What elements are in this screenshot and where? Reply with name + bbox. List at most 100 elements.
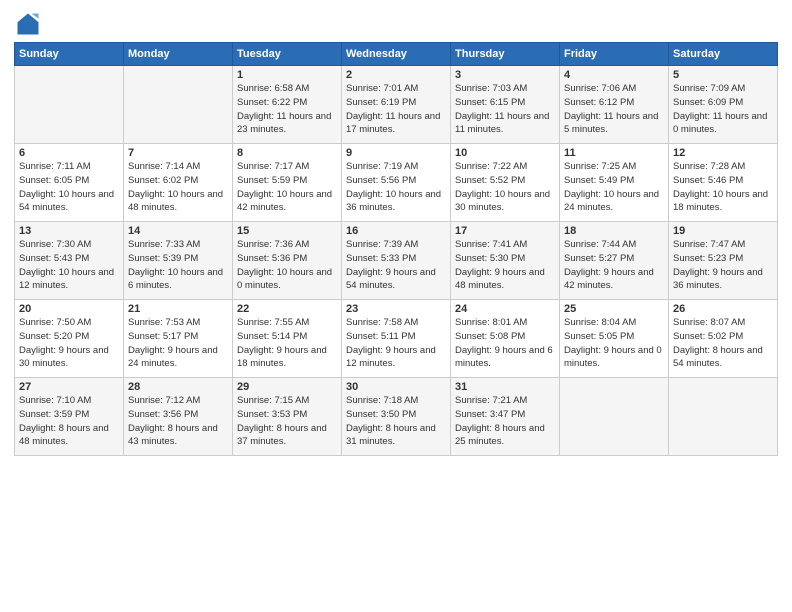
day-info: Sunrise: 7:19 AMSunset: 5:56 PMDaylight:… [346,160,446,215]
day-number: 17 [455,225,555,237]
daylight-text: Daylight: 10 hours and 6 minutes. [128,267,223,292]
sunrise-text: Sunrise: 7:03 AM [455,83,527,94]
sunset-text: Sunset: 5:56 PM [346,175,416,186]
week-row-1: 1 Sunrise: 6:58 AM Sunset: 6:22 PM Daylight… [15,66,778,144]
calendar-cell: 7Sunrise: 7:14 AMSunset: 6:02 PMDaylight… [124,144,233,222]
sunset-text: Sunset: 5:05 PM [564,331,634,342]
sunrise-text: Sunrise: 7:12 AM [128,395,200,406]
sunset-text: Sunset: 5:59 PM [237,175,307,186]
daylight-text: Daylight: 11 hours and 5 minutes. [564,111,658,136]
day-number: 14 [128,225,228,237]
calendar-cell [560,378,669,456]
sunset-text: Sunset: 5:17 PM [128,331,198,342]
calendar-cell: 21Sunrise: 7:53 AMSunset: 5:17 PMDayligh… [124,300,233,378]
sunset-text: Sunset: 5:49 PM [564,175,634,186]
sunset-text: Sunset: 6:15 PM [455,97,525,108]
day-number: 16 [346,225,446,237]
day-number: 3 [455,69,555,81]
calendar-cell: 20Sunrise: 7:50 AMSunset: 5:20 PMDayligh… [15,300,124,378]
daylight-text: Daylight: 8 hours and 25 minutes. [455,423,545,448]
calendar-cell: 15Sunrise: 7:36 AMSunset: 5:36 PMDayligh… [233,222,342,300]
sunrise-text: Sunrise: 8:01 AM [455,317,527,328]
day-info: Sunrise: 7:53 AMSunset: 5:17 PMDaylight:… [128,316,228,371]
daylight-text: Daylight: 10 hours and 24 minutes. [564,189,659,214]
sunset-text: Sunset: 5:14 PM [237,331,307,342]
calendar-cell: 14 Sunrise: 7:33 AM Sunset: 5:39 PM Dayligh… [124,222,233,300]
daylight-text: Daylight: 10 hours and 48 minutes. [128,189,223,214]
calendar-container: SundayMondayTuesdayWednesdayThursdayFrid… [0,0,792,612]
daylight-text: Daylight: 10 hours and 36 minutes. [346,189,441,214]
day-info: Sunrise: 7:22 AMSunset: 5:52 PMDaylight:… [455,160,555,215]
sunset-text: Sunset: 6:09 PM [673,97,743,108]
sunset-text: Sunset: 5:39 PM [128,253,198,264]
day-number: 22 [237,303,337,315]
week-row-2: 6Sunrise: 7:11 AMSunset: 6:05 PMDaylight… [15,144,778,222]
sunrise-text: Sunrise: 7:17 AM [237,161,309,172]
calendar-cell: 29Sunrise: 7:15 AMSunset: 3:53 PMDayligh… [233,378,342,456]
day-info: Sunrise: 7:21 AMSunset: 3:47 PMDaylight:… [455,394,555,449]
sunset-text: Sunset: 3:53 PM [237,409,307,420]
sunset-text: Sunset: 5:33 PM [346,253,416,264]
sunset-text: Sunset: 5:27 PM [564,253,634,264]
day-number: 27 [19,381,119,393]
calendar-cell: 28Sunrise: 7:12 AMSunset: 3:56 PMDayligh… [124,378,233,456]
daylight-text: Daylight: 10 hours and 54 minutes. [19,189,114,214]
sunrise-text: Sunrise: 7:36 AM [237,239,309,250]
calendar-cell: 6Sunrise: 7:11 AMSunset: 6:05 PMDaylight… [15,144,124,222]
sunset-text: Sunset: 5:36 PM [237,253,307,264]
day-number: 11 [564,147,664,159]
day-info: Sunrise: 7:06 AMSunset: 6:12 PMDaylight:… [564,82,664,137]
daylight-text: Daylight: 8 hours and 54 minutes. [673,345,763,370]
day-info: Sunrise: 7:12 AMSunset: 3:56 PMDaylight:… [128,394,228,449]
calendar-cell: 25Sunrise: 8:04 AMSunset: 5:05 PMDayligh… [560,300,669,378]
calendar-cell: 4Sunrise: 7:06 AMSunset: 6:12 PMDaylight… [560,66,669,144]
daylight-text: Daylight: 9 hours and 42 minutes. [564,267,654,292]
week-row-4: 20Sunrise: 7:50 AMSunset: 5:20 PMDayligh… [15,300,778,378]
sunrise-text: Sunrise: 7:33 AM [128,239,200,250]
daylight-text: Daylight: 8 hours and 43 minutes. [128,423,218,448]
calendar-cell [124,66,233,144]
daylight-text: Daylight: 9 hours and 12 minutes. [346,345,436,370]
sunrise-text: Sunrise: 7:50 AM [19,317,91,328]
sunset-text: Sunset: 3:47 PM [455,409,525,420]
col-header-sunday: Sunday [15,43,124,66]
day-number: 25 [564,303,664,315]
day-info: Sunrise: 7:47 AMSunset: 5:23 PMDaylight:… [673,238,773,293]
sunset-text: Sunset: 6:02 PM [128,175,198,186]
day-info: Sunrise: 7:25 AMSunset: 5:49 PMDaylight:… [564,160,664,215]
sunset-text: Sunset: 3:50 PM [346,409,416,420]
daylight-text: Daylight: 10 hours and 30 minutes. [455,189,550,214]
day-number: 1 [237,69,337,81]
daylight-text: Daylight: 11 hours and 0 minutes. [673,111,767,136]
sunrise-text: Sunrise: 7:15 AM [237,395,309,406]
sunset-text: Sunset: 6:22 PM [237,97,307,108]
calendar-cell: 17Sunrise: 7:41 AMSunset: 5:30 PMDayligh… [451,222,560,300]
sunrise-text: Sunrise: 7:39 AM [346,239,418,250]
day-number: 7 [128,147,228,159]
col-header-saturday: Saturday [669,43,778,66]
daylight-text: Daylight: 9 hours and 18 minutes. [237,345,327,370]
sunrise-text: Sunrise: 7:28 AM [673,161,745,172]
day-info: Sunrise: 7:11 AMSunset: 6:05 PMDaylight:… [19,160,119,215]
calendar-cell: 18Sunrise: 7:44 AMSunset: 5:27 PMDayligh… [560,222,669,300]
sunset-text: Sunset: 5:30 PM [455,253,525,264]
sunrise-text: Sunrise: 6:58 AM [237,83,309,94]
calendar-cell: 26Sunrise: 8:07 AMSunset: 5:02 PMDayligh… [669,300,778,378]
calendar-cell: 31Sunrise: 7:21 AMSunset: 3:47 PMDayligh… [451,378,560,456]
day-number: 12 [673,147,773,159]
calendar-cell: 22Sunrise: 7:55 AMSunset: 5:14 PMDayligh… [233,300,342,378]
col-header-monday: Monday [124,43,233,66]
sunset-text: Sunset: 5:43 PM [19,253,89,264]
day-info: Sunrise: 7:36 AMSunset: 5:36 PMDaylight:… [237,238,337,293]
daylight-text: Daylight: 10 hours and 42 minutes. [237,189,332,214]
sunrise-text: Sunrise: 8:04 AM [564,317,636,328]
week-row-5: 27Sunrise: 7:10 AMSunset: 3:59 PMDayligh… [15,378,778,456]
col-header-wednesday: Wednesday [342,43,451,66]
sunrise-text: Sunrise: 7:30 AM [19,239,91,250]
day-number: 5 [673,69,773,81]
sunrise-text: Sunrise: 7:44 AM [564,239,636,250]
sunset-text: Sunset: 5:52 PM [455,175,525,186]
header-row-days: SundayMondayTuesdayWednesdayThursdayFrid… [15,43,778,66]
calendar-cell: 1Sunrise: 6:58 AMSunset: 6:22 PMDaylight… [233,66,342,144]
calendar-cell: 19Sunrise: 7:47 AMSunset: 5:23 PMDayligh… [669,222,778,300]
